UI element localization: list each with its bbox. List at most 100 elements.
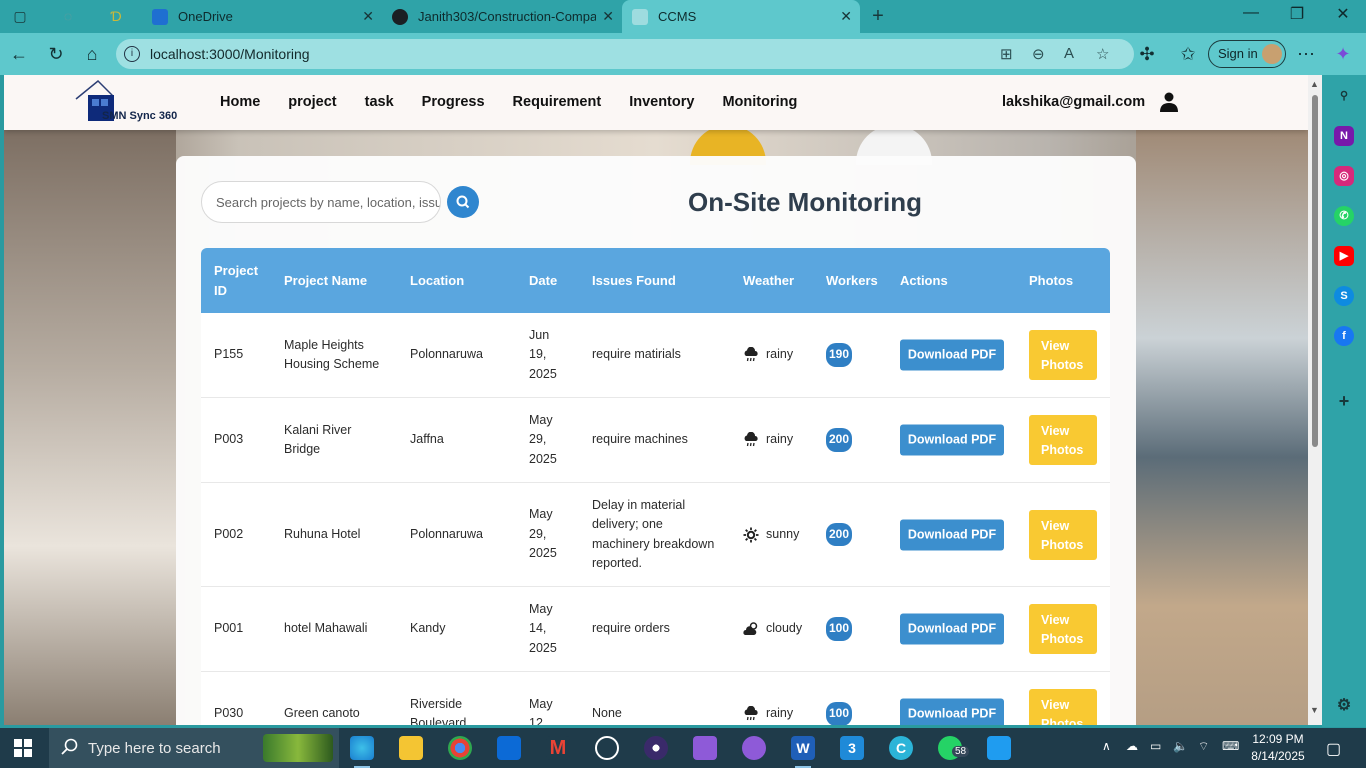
app-3-icon[interactable]: 3 (840, 736, 864, 760)
visual-studio-icon[interactable] (693, 736, 717, 760)
nav-home[interactable]: Home (220, 94, 260, 110)
copilot-icon[interactable]: ✦ (1330, 42, 1356, 66)
site-info-icon[interactable]: i (124, 46, 140, 62)
tab-github[interactable]: Janith303/Construction-Company ✕ (382, 0, 622, 33)
app-logo[interactable]: SMN Sync 360 (74, 79, 184, 127)
close-tab-icon[interactable]: ✕ (602, 8, 614, 25)
view-photos-button[interactable]: View Photos (1029, 689, 1097, 725)
column-header[interactable]: Project Name (284, 248, 367, 313)
tab-ccms[interactable]: CCMS ✕ (622, 0, 860, 33)
view-photos-button[interactable]: View Photos (1029, 415, 1097, 465)
tab-actions-icon[interactable]: ▢ (8, 6, 32, 26)
column-header[interactable]: Photos (1029, 248, 1073, 313)
close-tab-icon[interactable]: ✕ (362, 8, 374, 25)
app-icon[interactable]: Ɗ (104, 6, 128, 26)
zoom-icon[interactable]: ⊖ (1032, 45, 1045, 63)
nav-inventory[interactable]: Inventory (629, 94, 694, 110)
column-header[interactable]: Issues Found (592, 248, 676, 313)
onedrive-tray-icon[interactable]: ☁ (1126, 739, 1138, 753)
address-bar[interactable]: i localhost:3000/Monitoring ⊞ ⊖ A ☆ (116, 39, 1134, 69)
gmail-icon[interactable]: M (546, 736, 570, 760)
view-photos-button[interactable]: View Photos (1029, 509, 1097, 560)
nav-requirement[interactable]: Requirement (513, 94, 602, 110)
whatsapp-icon[interactable]: 58 (938, 736, 970, 760)
system-clock[interactable]: 12:09 PM 8/14/2025 (1248, 731, 1308, 765)
issues-found: require machines (592, 432, 688, 447)
page-scrollbar[interactable]: ▲ ▼ (1308, 75, 1322, 725)
skype-icon[interactable]: S (1334, 286, 1354, 306)
taskbar-search[interactable]: Type here to search (49, 728, 339, 768)
instagram-icon[interactable]: ◎ (1334, 166, 1354, 186)
column-header[interactable]: Actions (900, 248, 948, 313)
scroll-thumb[interactable] (1312, 95, 1318, 447)
tab-onedrive[interactable]: OneDrive ✕ (142, 0, 382, 33)
notifications-icon[interactable]: ▢ (1326, 739, 1341, 759)
close-tab-icon[interactable]: ✕ (840, 8, 852, 25)
new-tab-icon[interactable]: + (866, 6, 890, 26)
extensions-icon[interactable]: ✣ (1134, 42, 1160, 66)
view-photos-button[interactable]: View Photos (1029, 604, 1097, 654)
search-input[interactable] (201, 181, 441, 223)
nav-project[interactable]: project (288, 94, 336, 110)
add-sidebar-app-icon[interactable]: + (1334, 391, 1354, 411)
facebook-icon[interactable]: f (1334, 326, 1354, 346)
home-icon[interactable]: ⌂ (79, 42, 105, 66)
column-header[interactable]: Project ID (214, 248, 264, 313)
settings-gear-icon[interactable]: ⚙ (1334, 696, 1354, 716)
search-icon[interactable]: ⚲ (1334, 86, 1354, 106)
favorite-star-icon[interactable]: ☆ (1096, 45, 1109, 63)
workers-badge: 100 (826, 702, 853, 725)
scroll-up-icon[interactable]: ▲ (1310, 79, 1319, 89)
youtube-icon[interactable]: ▶ (1334, 246, 1354, 266)
sign-in-button[interactable]: Sign in (1208, 40, 1286, 68)
onenote-icon[interactable]: N (1334, 126, 1354, 146)
download-pdf-button[interactable]: Download PDF (900, 424, 1004, 456)
edge-icon[interactable] (350, 736, 374, 768)
app-available-icon[interactable]: ⊞ (1000, 45, 1013, 63)
file-explorer-icon[interactable] (399, 736, 423, 760)
whatsapp-icon[interactable]: ✆ (1334, 206, 1354, 226)
word-icon[interactable]: W (791, 736, 815, 768)
view-photos-button[interactable]: View Photos (1029, 330, 1097, 380)
workspaces-icon[interactable]: ◌ (56, 6, 80, 26)
vscode-icon[interactable] (987, 736, 1011, 760)
cloud-sun-icon (743, 622, 758, 635)
download-pdf-button[interactable]: Download PDF (900, 613, 1004, 645)
scroll-down-icon[interactable]: ▼ (1310, 705, 1319, 715)
nav-task[interactable]: task (365, 94, 394, 110)
column-header[interactable]: Workers (826, 248, 878, 313)
user-profile-icon[interactable] (1160, 92, 1178, 112)
download-pdf-button[interactable]: Download PDF (900, 698, 1004, 725)
nav-progress[interactable]: Progress (422, 94, 485, 110)
volume-icon[interactable]: 🔈 (1173, 739, 1188, 753)
column-header[interactable]: Date (529, 248, 557, 313)
wifi-icon[interactable]: ⌔ (1198, 739, 1209, 754)
read-aloud-icon[interactable]: A (1064, 45, 1074, 62)
close-window-icon[interactable]: ✕ (1328, 4, 1358, 24)
favorites-icon[interactable]: ✩ (1175, 42, 1201, 66)
url-text[interactable]: localhost:3000/Monitoring (150, 46, 310, 62)
nav-monitoring[interactable]: Monitoring (722, 94, 797, 110)
column-header[interactable]: Weather (743, 248, 794, 313)
back-icon[interactable]: ← (6, 42, 32, 66)
battery-icon[interactable]: ▭ (1150, 739, 1161, 753)
download-pdf-button[interactable]: Download PDF (900, 519, 1004, 550)
search-button[interactable] (447, 186, 479, 218)
keyboard-icon[interactable]: ⌨ (1222, 739, 1239, 753)
chrome-icon[interactable] (448, 736, 472, 760)
canva-icon[interactable]: C (889, 736, 913, 760)
minimize-icon[interactable]: — (1236, 4, 1266, 22)
more-menu-icon[interactable]: ⋯ (1293, 42, 1319, 66)
column-header[interactable]: Location (410, 248, 464, 313)
windows-start-icon[interactable] (14, 739, 32, 757)
restore-icon[interactable]: ❐ (1282, 4, 1312, 24)
github-desktop-icon[interactable] (742, 736, 766, 760)
microsoft-store-icon[interactable] (497, 736, 521, 760)
refresh-icon[interactable]: ↻ (43, 42, 69, 66)
logo-text: SMN Sync 360 (102, 110, 178, 122)
chatgpt-icon[interactable] (595, 736, 619, 760)
download-pdf-button[interactable]: Download PDF (900, 339, 1004, 371)
eclipse-icon[interactable] (644, 736, 668, 760)
date: May 14, 2025 (529, 601, 557, 655)
show-hidden-icons[interactable]: ∧ (1102, 739, 1111, 753)
